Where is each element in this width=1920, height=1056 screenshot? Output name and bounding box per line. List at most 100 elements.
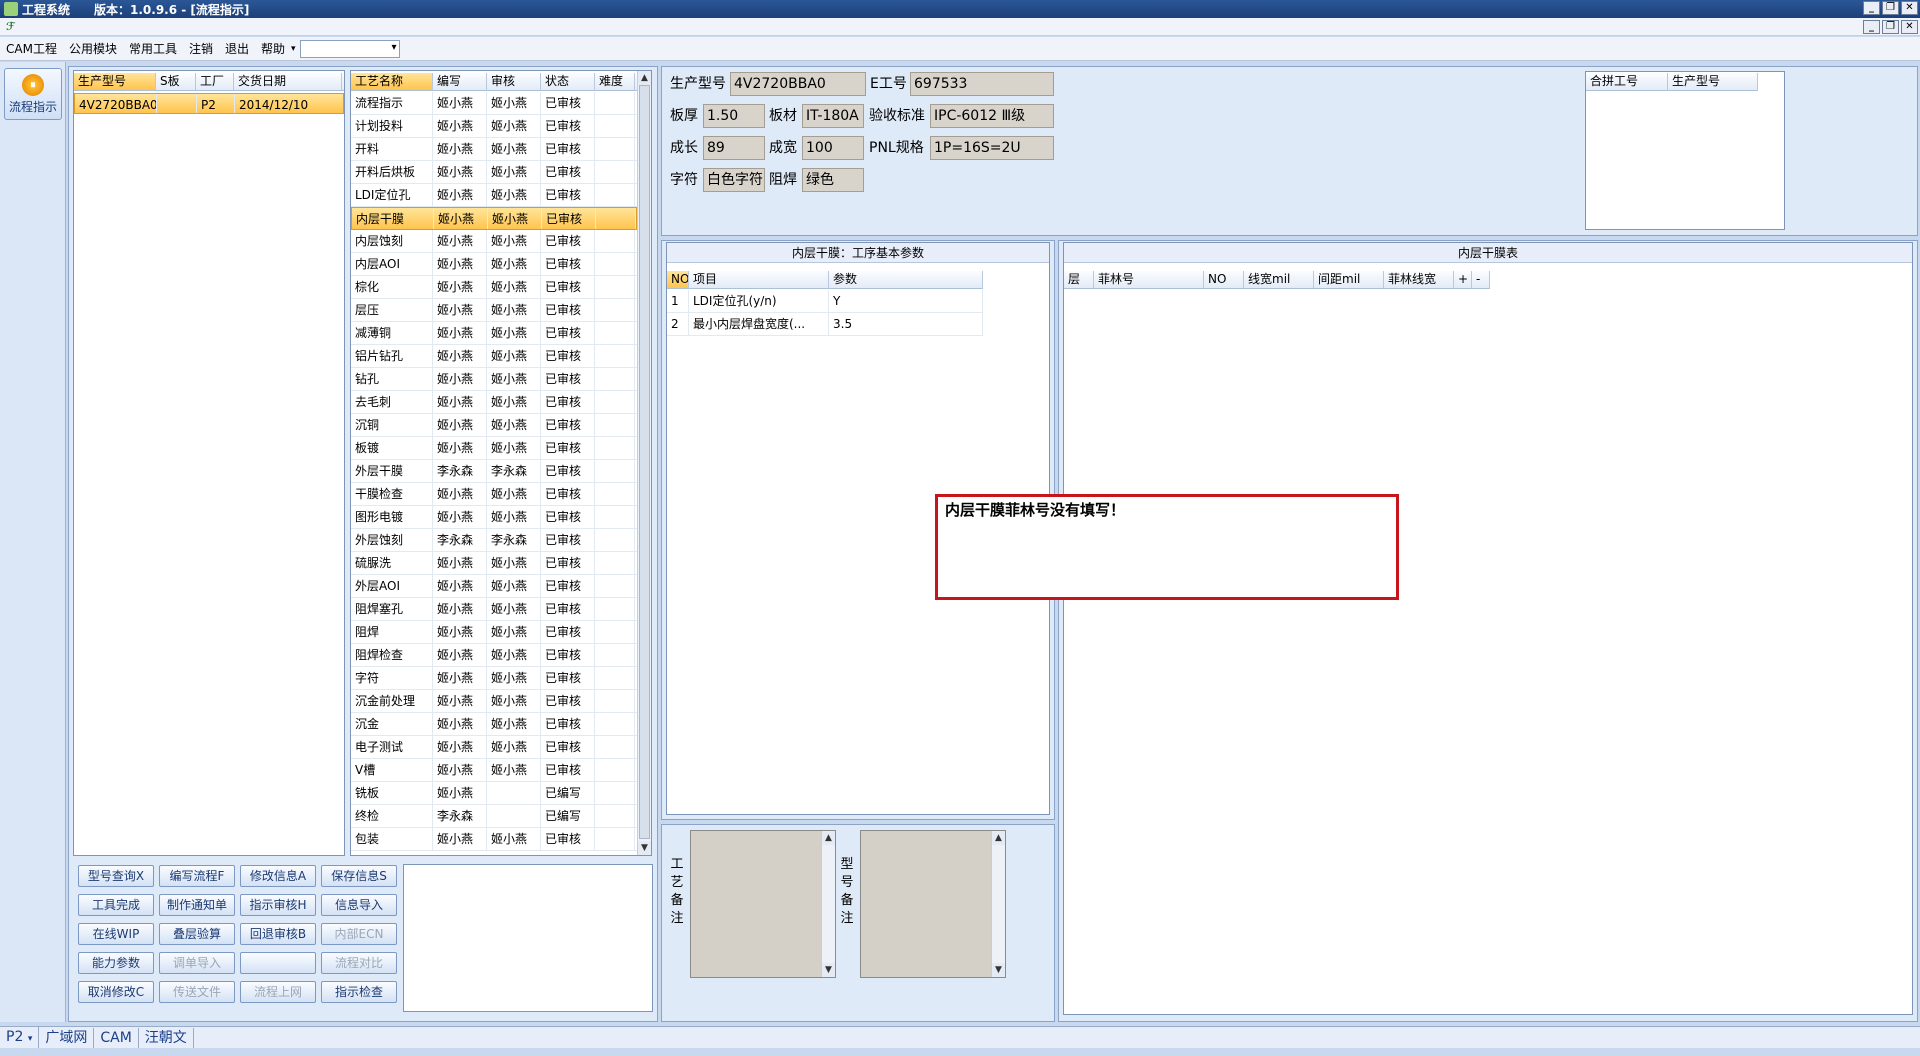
width-field[interactable]: 100 (802, 136, 864, 160)
process-row[interactable]: 层压 姬小燕 姬小燕 已审核 (351, 299, 637, 322)
param-row[interactable]: 1 LDI定位孔(y/n) Y (667, 290, 983, 313)
col-no[interactable]: NO (667, 271, 689, 288)
chevron-down-icon[interactable]: ▾ (28, 1034, 33, 1044)
scroll-down-icon[interactable]: ▼ (992, 963, 1005, 977)
char-field[interactable]: 白色字符 (703, 168, 765, 192)
model-notes-field[interactable]: ▲ ▼ (860, 830, 1006, 978)
process-row[interactable]: 沉金前处理 姬小燕 姬小燕 已审核 (351, 690, 637, 713)
job-row[interactable]: 4V2720BBA0 P2 2014/12/10 (74, 93, 344, 114)
col-difficulty[interactable]: 难度 (595, 73, 635, 90)
col-film-width[interactable]: 菲林线宽 (1384, 271, 1454, 288)
command-button[interactable]: 修改信息A (240, 865, 316, 887)
process-row[interactable]: 阻焊 姬小燕 姬小燕 已审核 (351, 621, 637, 644)
status-factory[interactable]: P2 ▾ (0, 1026, 40, 1049)
col-status[interactable]: 状态 (541, 73, 595, 90)
process-row[interactable]: 流程指示 姬小燕 姬小燕 已审核 (351, 92, 637, 115)
process-row[interactable]: 内层干膜 姬小燕 姬小燕 已审核 (351, 207, 637, 230)
child-restore-icon[interactable]: ❐ (1882, 20, 1899, 34)
scroll-thumb[interactable] (639, 85, 650, 839)
process-row[interactable]: 板镀 姬小燕 姬小燕 已审核 (351, 437, 637, 460)
scroll-up-icon[interactable]: ▲ (822, 831, 835, 845)
chevron-down-icon[interactable]: ▾ (291, 44, 296, 54)
scroll-up-icon[interactable]: ▲ (992, 831, 1005, 845)
add-row-button[interactable]: + (1454, 271, 1472, 288)
menu-public[interactable]: 公用模块 (63, 40, 123, 57)
material-field[interactable]: IT-180A (802, 104, 864, 128)
process-row[interactable]: 硫脲洗 姬小燕 姬小燕 已审核 (351, 552, 637, 575)
col-model[interactable]: 生产型号 (74, 73, 156, 90)
process-row[interactable]: 开料后烘板 姬小燕 姬小燕 已审核 (351, 161, 637, 184)
process-row[interactable]: 电子测试 姬小燕 姬小燕 已审核 (351, 736, 637, 759)
process-notes-scrollbar[interactable]: ▲ ▼ (821, 831, 835, 977)
command-button[interactable]: 编写流程F (159, 865, 235, 887)
col-delivery[interactable]: 交货日期 (234, 73, 342, 90)
col-film-no[interactable]: 菲林号 (1094, 271, 1204, 288)
param-row[interactable]: 2 最小内层焊盘宽度(... 3.5 (667, 313, 983, 336)
length-field[interactable]: 89 (703, 136, 765, 160)
col-sboard[interactable]: S板 (156, 73, 196, 90)
child-minimize-icon[interactable]: _ (1863, 20, 1880, 34)
process-row[interactable]: 铣板 姬小燕 已编写 (351, 782, 637, 805)
menu-help[interactable]: 帮助 (255, 40, 291, 57)
process-row[interactable]: LDI定位孔 姬小燕 姬小燕 已审核 (351, 184, 637, 207)
process-row[interactable]: 去毛刺 姬小燕 姬小燕 已审核 (351, 391, 637, 414)
menu-combo[interactable] (299, 39, 400, 58)
scroll-down-icon[interactable]: ▼ (822, 963, 835, 977)
col-item[interactable]: 项目 (689, 271, 829, 288)
process-row[interactable]: 内层AOI 姬小燕 姬小燕 已审核 (351, 253, 637, 276)
process-row[interactable]: 内层蚀刻 姬小燕 姬小燕 已审核 (351, 230, 637, 253)
process-row[interactable]: 铝片钻孔 姬小燕 姬小燕 已审核 (351, 345, 637, 368)
command-button[interactable]: 传送文件 (159, 981, 235, 1003)
model-notes-scrollbar[interactable]: ▲ ▼ (991, 831, 1005, 977)
child-close-icon[interactable]: ✕ (1901, 20, 1918, 34)
col-reviewer[interactable]: 审核 (487, 73, 541, 90)
process-row[interactable]: 钻孔 姬小燕 姬小燕 已审核 (351, 368, 637, 391)
col-line-width[interactable]: 线宽mil (1244, 271, 1314, 288)
command-button[interactable]: 流程对比 (321, 952, 397, 974)
command-button[interactable]: 能力参数 (78, 952, 154, 974)
menu-tools[interactable]: 常用工具 (123, 40, 183, 57)
process-notes-field[interactable]: ▲ ▼ (690, 830, 836, 978)
command-button[interactable]: 工具完成 (78, 894, 154, 916)
remove-row-button[interactable]: - (1472, 271, 1490, 288)
process-row[interactable]: 外层蚀刻 李永森 李永森 已审核 (351, 529, 637, 552)
standard-field[interactable]: IPC-6012 Ⅲ级 (930, 104, 1054, 128)
process-row[interactable]: 沉金 姬小燕 姬小燕 已审核 (351, 713, 637, 736)
command-button[interactable]: 制作通知单 (159, 894, 235, 916)
col-param[interactable]: 参数 (829, 271, 983, 288)
process-row[interactable]: 棕化 姬小燕 姬小燕 已审核 (351, 276, 637, 299)
command-button[interactable]: 内部ECN (321, 923, 397, 945)
menu-exit[interactable]: 退出 (219, 40, 255, 57)
command-button[interactable] (240, 952, 316, 974)
command-button[interactable]: 指示审核H (240, 894, 316, 916)
minimize-icon[interactable]: _ (1863, 1, 1880, 15)
process-row[interactable]: 包装 姬小燕 姬小燕 已审核 (351, 828, 637, 851)
close-icon[interactable]: ✕ (1901, 1, 1918, 15)
model-field[interactable]: 4V2720BBA0 (730, 72, 866, 96)
command-button[interactable]: 回退审核B (240, 923, 316, 945)
process-row[interactable]: 终检 李永森 已编写 (351, 805, 637, 828)
process-row[interactable]: 减薄铜 姬小燕 姬小燕 已审核 (351, 322, 637, 345)
process-scrollbar[interactable]: ▲ ▼ (637, 71, 651, 855)
scroll-up-icon[interactable]: ▲ (638, 71, 651, 85)
process-row[interactable]: 阻焊检查 姬小燕 姬小燕 已审核 (351, 644, 637, 667)
col-process-name[interactable]: 工艺名称 (351, 73, 433, 90)
col-spacing[interactable]: 间距mil (1314, 271, 1384, 288)
command-button[interactable]: 指示检查 (321, 981, 397, 1003)
col-factory[interactable]: 工厂 (196, 73, 234, 90)
col-no[interactable]: NO (1204, 271, 1244, 288)
command-button[interactable]: 保存信息S (321, 865, 397, 887)
pnl-field[interactable]: 1P=16S=2U (930, 136, 1054, 160)
flow-instruction-button[interactable]: ⏸ 流程指示 (4, 68, 62, 120)
process-row[interactable]: 阻焊塞孔 姬小燕 姬小燕 已审核 (351, 598, 637, 621)
process-row[interactable]: 外层AOI 姬小燕 姬小燕 已审核 (351, 575, 637, 598)
process-row[interactable]: 干膜检查 姬小燕 姬小燕 已审核 (351, 483, 637, 506)
eno-field[interactable]: 697533 (910, 72, 1054, 96)
process-row[interactable]: 外层干膜 李永森 李永森 已审核 (351, 460, 637, 483)
process-row[interactable]: 计划投料 姬小燕 姬小燕 已审核 (351, 115, 637, 138)
menu-cam[interactable]: CAM工程 (0, 40, 63, 57)
command-button[interactable]: 调单导入 (159, 952, 235, 974)
command-button[interactable]: 取消修改C (78, 981, 154, 1003)
restore-icon[interactable]: ❐ (1882, 1, 1899, 15)
command-button[interactable]: 在线WIP (78, 923, 154, 945)
